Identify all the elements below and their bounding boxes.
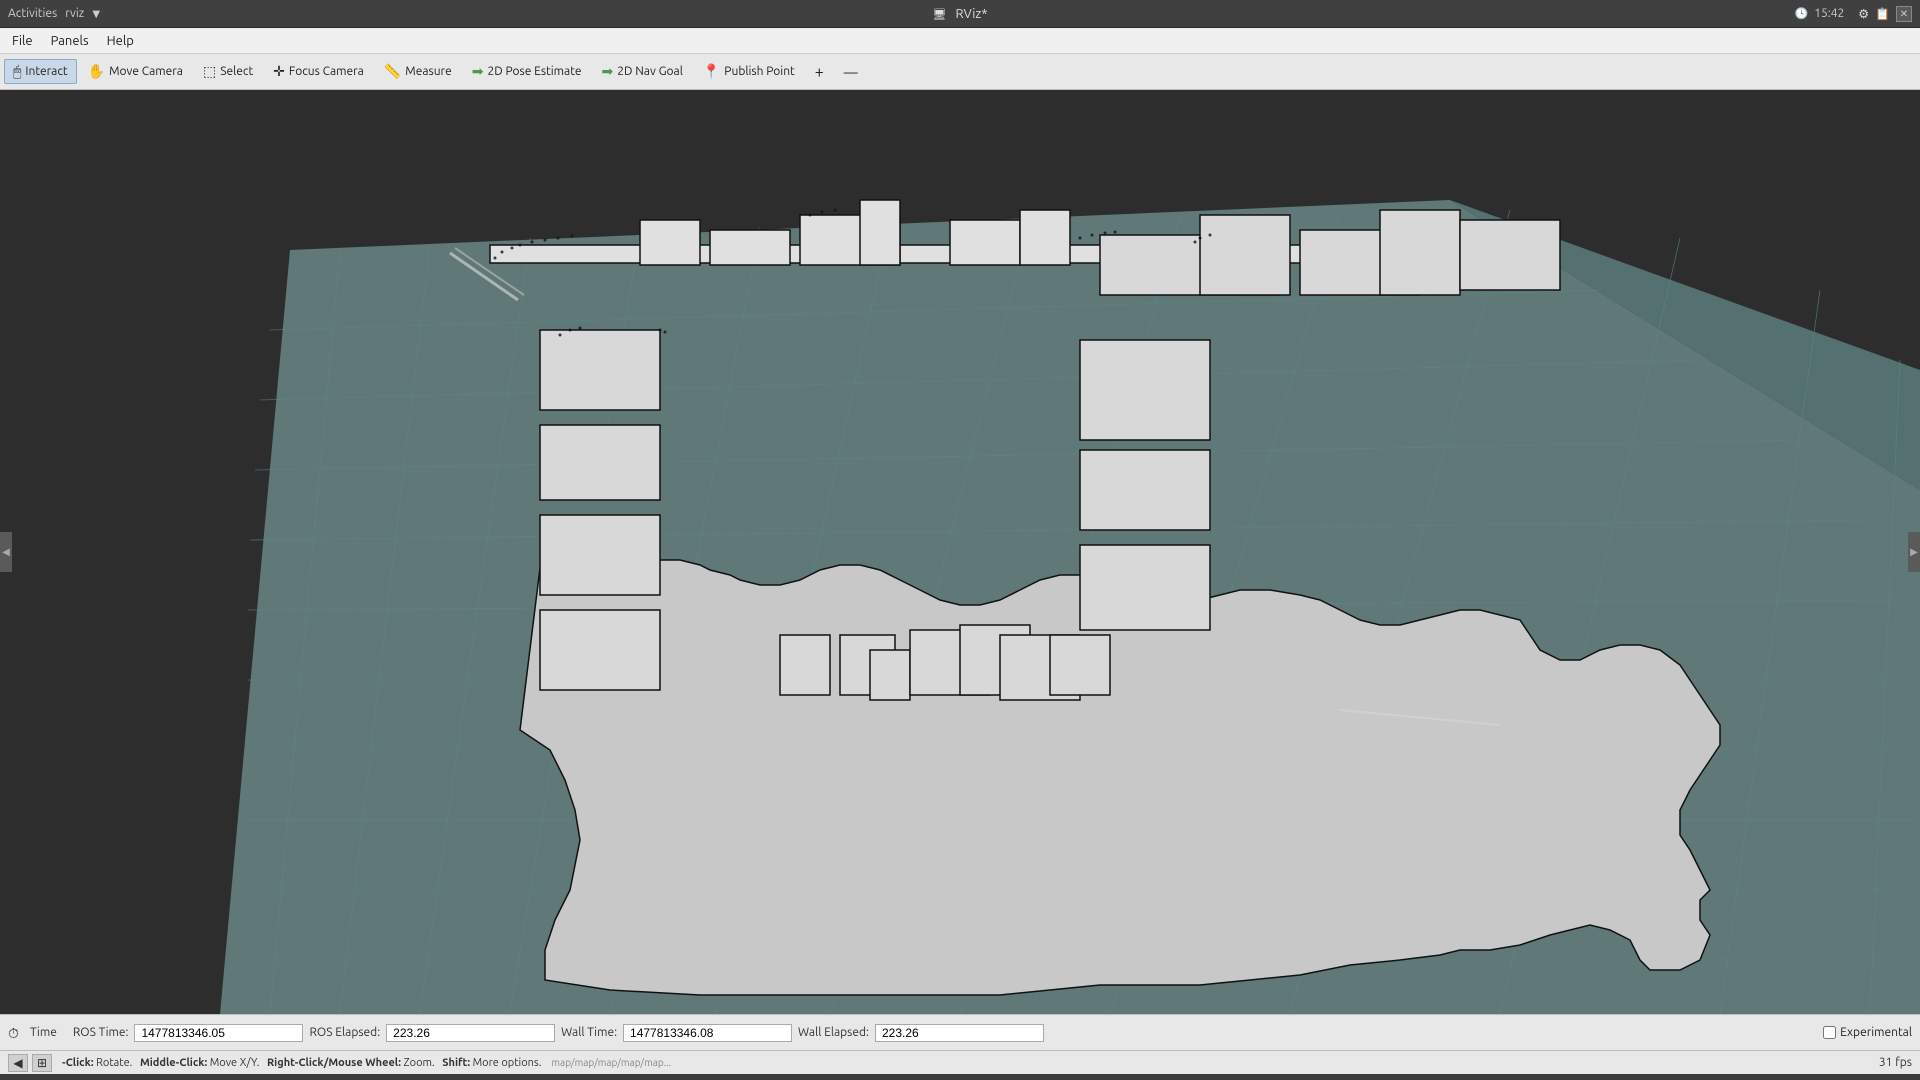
wall-time-label: Wall Time:	[561, 1026, 617, 1039]
2d-nav-button[interactable]: ➡ 2D Nav Goal	[593, 59, 692, 84]
ros-elapsed-label: ROS Elapsed:	[309, 1026, 380, 1039]
select-icon: ⬚	[203, 63, 216, 80]
move-camera-icon: ✋	[88, 63, 105, 80]
focus-camera-button[interactable]: ✛ Focus Camera	[264, 59, 373, 84]
ros-time-label: ROS Time:	[73, 1026, 129, 1039]
add-tool-button[interactable]: +	[806, 59, 833, 85]
measure-button[interactable]: 📏 Measure	[375, 59, 461, 84]
2d-nav-label: 2D Nav Goal	[617, 65, 683, 78]
toolbar: 🖱 Interact ✋ Move Camera ⬚ Select ✛ Focu…	[0, 54, 1920, 90]
2d-pose-icon: ➡	[472, 63, 484, 80]
select-label: Select	[220, 65, 253, 78]
add-icon: +	[815, 63, 824, 81]
tray-icon-2: 📋	[1875, 7, 1890, 21]
map-visualization	[0, 90, 1920, 1014]
wall-elapsed-label: Wall Elapsed:	[798, 1026, 869, 1039]
publish-point-button[interactable]: 📍 Publish Point	[694, 59, 804, 84]
hintbar: ◀ ⊞ -Click: Rotate. Middle-Click: Move X…	[0, 1050, 1920, 1074]
titlebar-right: 🕓 15:42 ⚙ 📋 ✕	[1795, 6, 1912, 22]
activities-label[interactable]: Activities	[8, 7, 57, 20]
2d-nav-icon: ➡	[602, 63, 614, 80]
fps-display: 31 fps	[1879, 1056, 1912, 1069]
left-panel-toggle[interactable]: ◀	[0, 532, 12, 572]
ros-time-value[interactable]	[134, 1024, 303, 1042]
hint-text: -Click: Rotate. Middle-Click: Move X/Y. …	[62, 1057, 541, 1069]
titlebar: Activities rviz ▼ 🖥 RViz* 🕓 15:42 ⚙ 📋 ✕	[0, 0, 1920, 28]
menu-panels[interactable]: Panels	[43, 32, 97, 50]
wall-time-value[interactable]	[623, 1024, 792, 1042]
right-panel-toggle[interactable]: ▶	[1908, 532, 1920, 572]
close-button[interactable]: ✕	[1896, 6, 1912, 22]
menubar: File Panels Help	[0, 28, 1920, 54]
ros-elapsed-value[interactable]	[386, 1024, 555, 1042]
config-icon: —	[844, 64, 858, 80]
titlebar-left: Activities rviz ▼	[8, 7, 100, 20]
2d-pose-button[interactable]: ➡ 2D Pose Estimate	[463, 59, 591, 84]
select-button[interactable]: ⬚ Select	[194, 59, 262, 84]
2d-pose-label: 2D Pose Estimate	[487, 65, 581, 78]
app-dropdown-icon[interactable]: ▼	[92, 8, 100, 20]
statusbar: ⏱ Time ROS Time: ROS Elapsed: Wall Time:…	[0, 1014, 1920, 1050]
hint-nav: ◀ ⊞	[8, 1054, 52, 1072]
measure-label: Measure	[405, 65, 451, 78]
experimental-checkbox-input[interactable]	[1823, 1026, 1836, 1039]
interact-icon: 🖱	[13, 63, 21, 80]
window-title: 🖥 RViz*	[932, 7, 987, 21]
menu-help[interactable]: Help	[99, 32, 142, 50]
config-button[interactable]: —	[835, 60, 867, 84]
wall-elapsed-value[interactable]	[875, 1024, 1044, 1042]
interact-button[interactable]: 🖱 Interact	[4, 59, 77, 84]
publish-point-icon: 📍	[703, 63, 720, 80]
focus-camera-label: Focus Camera	[289, 65, 364, 78]
time-display: 15:42	[1814, 7, 1844, 20]
measure-icon: 📏	[384, 63, 401, 80]
nav-grid-button[interactable]: ⊞	[32, 1054, 52, 1072]
nav-back-button[interactable]: ◀	[8, 1054, 28, 1072]
time-icon: ⏱	[8, 1025, 24, 1041]
clock-icon: 🕓	[1795, 7, 1809, 20]
menu-file[interactable]: File	[4, 32, 41, 50]
move-camera-button[interactable]: ✋ Move Camera	[79, 59, 192, 84]
url-display: map/map/map/map/map...	[551, 1057, 671, 1068]
time-label: Time	[30, 1026, 57, 1039]
focus-camera-icon: ✛	[273, 63, 285, 80]
experimental-label: Experimental	[1840, 1026, 1912, 1039]
app-name-label: rviz	[65, 7, 84, 20]
experimental-toggle[interactable]: Experimental	[1823, 1026, 1912, 1039]
move-camera-label: Move Camera	[109, 65, 183, 78]
publish-point-label: Publish Point	[724, 65, 794, 78]
interact-label: Interact	[25, 65, 67, 78]
viewport[interactable]: ◀ ▶	[0, 90, 1920, 1014]
tray-icon-1: ⚙	[1858, 7, 1869, 21]
